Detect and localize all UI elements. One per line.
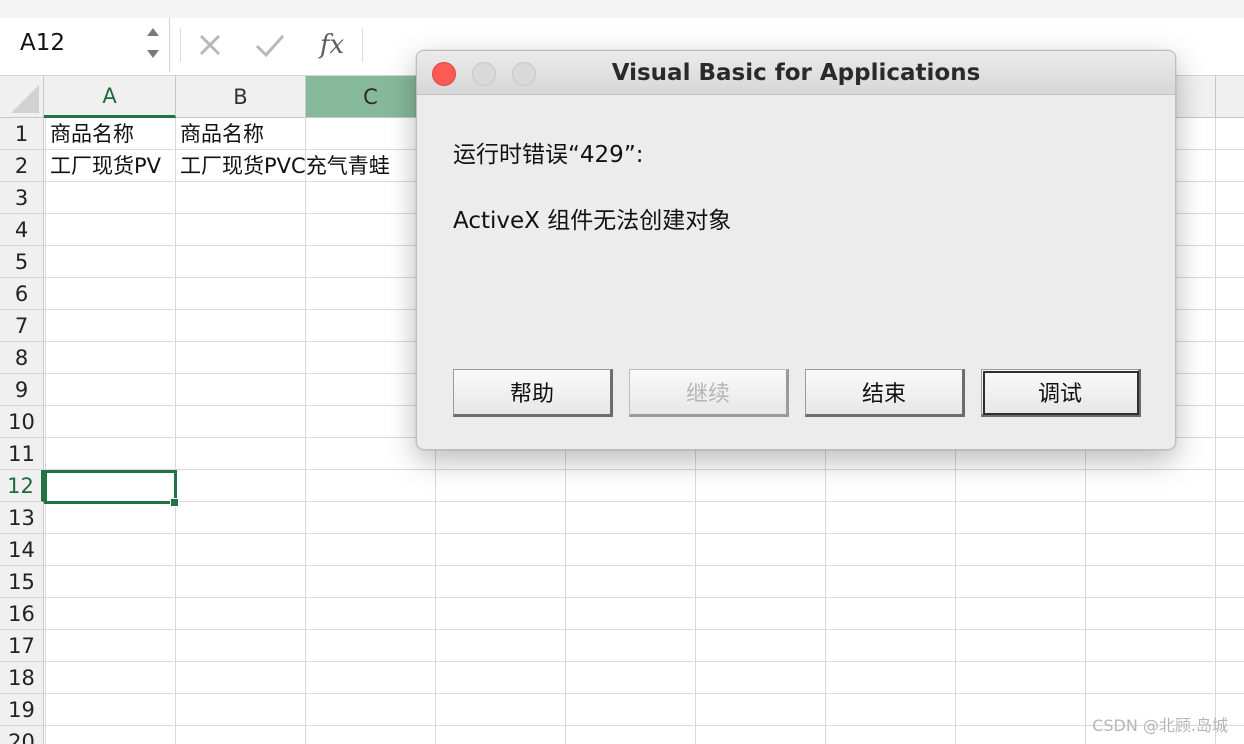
row-header[interactable]: 7 [0,310,44,342]
name-box-value: A12 [20,30,66,56]
chevron-up-icon [147,28,159,36]
cell-a1[interactable]: 商品名称 [50,118,176,150]
dialog-titlebar[interactable]: Visual Basic for Applications [417,51,1175,95]
row-header[interactable]: 6 [0,278,44,310]
window-top-strip [0,0,1244,18]
row-header[interactable]: 5 [0,246,44,278]
row-header[interactable]: 20 [0,726,44,744]
formula-divider [180,28,181,62]
name-box[interactable]: A12 [0,18,170,72]
error-code-text: 运行时错误“429”: [453,142,644,168]
row-header[interactable]: 4 [0,214,44,246]
vba-error-dialog: Visual Basic for Applications 运行时错误“429”… [416,50,1176,450]
row-header[interactable]: 8 [0,342,44,374]
row-header[interactable]: 16 [0,598,44,630]
row-header[interactable]: 17 [0,630,44,662]
row-header-active[interactable]: 12 [0,470,44,502]
cell-b1[interactable]: 商品名称 [180,118,306,150]
watermark: CSDN @北顾.岛城 [1092,716,1228,735]
row-header[interactable]: 11 [0,438,44,470]
check-icon[interactable] [250,26,290,64]
continue-button: 继续 [629,369,789,417]
column-header-b[interactable]: B [176,76,306,118]
function-icon[interactable]: fx [310,26,354,64]
chevron-down-icon [147,50,159,58]
select-all-corner[interactable] [0,76,44,118]
row-header[interactable]: 9 [0,374,44,406]
row-header[interactable]: 15 [0,566,44,598]
cell-a2[interactable]: 工厂现货PV [50,150,176,182]
help-button[interactable]: 帮助 [453,369,613,417]
active-cell-outline[interactable] [44,470,177,504]
debug-button[interactable]: 调试 [981,369,1141,417]
row-header[interactable]: 19 [0,694,44,726]
cell-b2[interactable]: 工厂现货PVC充气青蛙 [180,150,420,182]
column-header[interactable] [1216,76,1244,118]
dialog-title: Visual Basic for Applications [611,60,981,86]
row-header[interactable]: 14 [0,534,44,566]
row-header[interactable]: 18 [0,662,44,694]
name-box-stepper-icon[interactable] [144,24,162,64]
end-button[interactable]: 结束 [805,369,965,417]
column-header-a[interactable]: A [44,76,176,118]
error-message-text: ActiveX 组件无法创建对象 [453,208,732,234]
row-header[interactable]: 13 [0,502,44,534]
close-icon[interactable] [192,26,228,64]
fill-handle[interactable] [170,498,179,507]
row-header[interactable]: 3 [0,182,44,214]
row-header[interactable]: 1 [0,118,44,150]
row-header[interactable]: 10 [0,406,44,438]
formula-divider [362,28,363,62]
row-header[interactable]: 2 [0,150,44,182]
